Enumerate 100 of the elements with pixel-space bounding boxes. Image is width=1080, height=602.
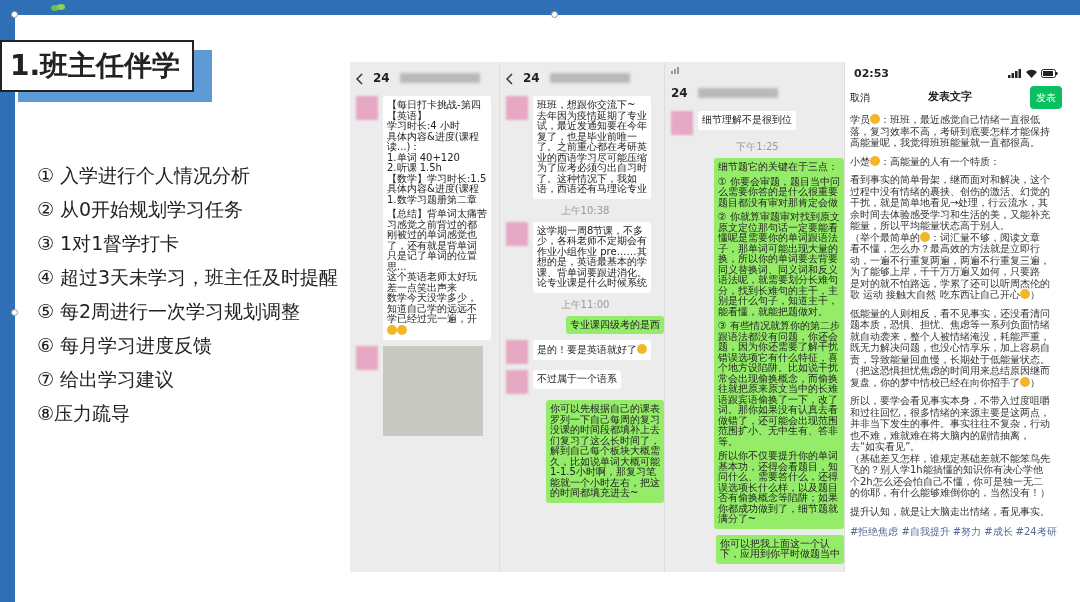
message-text: 同义替换词、同义词和反义 xyxy=(717,264,839,275)
message-text: 你都成功做到了，细节题就 xyxy=(717,503,839,514)
message-text: 往就把原来原文当中的长难 xyxy=(717,384,839,395)
message-text: 原文定位那句话一定要能看 xyxy=(717,222,840,233)
message-text: 课、背单词要跟进消化。 xyxy=(537,267,647,278)
message-text: 【数学】学习时长:1.5 xyxy=(387,173,487,184)
message-text: 懂呢是需要你的单词跟语法 xyxy=(717,233,838,244)
message-text: 常会出现偷换概念，而偷换 xyxy=(717,373,839,384)
list-item: ⑤ 每2周进行一次学习规划调整 xyxy=(37,299,302,325)
emoji-icon xyxy=(920,231,930,242)
screen-title: 发表文字 xyxy=(928,88,972,105)
resize-handle[interactable] xyxy=(11,309,18,316)
post-text: 个2h怎么还会怕自己不懂，你可是独一无二 xyxy=(850,475,1044,487)
message-text: 作业小组作业 pre……其 xyxy=(537,246,647,257)
hashtag-link[interactable]: #自我提升 xyxy=(901,524,950,539)
message-text: 是的！要是英语就好了 xyxy=(537,344,637,355)
message-text: 具体内容&进度(课程 xyxy=(387,184,479,195)
message-text: 没课的时间段都填补上去 xyxy=(550,425,660,436)
message-text: 学习时长:4 小时 xyxy=(387,121,461,132)
post-text: 既无力解决问题，也没心情享乐，加上容易自 xyxy=(850,342,1051,354)
message-text: 错误选项它有什么特征，喜 xyxy=(717,352,839,363)
hashtag-link[interactable]: #拒绝焦虑 xyxy=(850,524,899,539)
emoji-icon xyxy=(870,114,880,124)
signal-icon xyxy=(1008,69,1023,79)
hashtag-link[interactable]: #成长 xyxy=(984,524,1013,539)
list-item: ④ 超过3天未学习，班主任及时提醒 xyxy=(37,265,339,291)
message-text: 问什么、需要答什么，还得 xyxy=(717,472,839,483)
message-text: 细节理解不是很到位 xyxy=(702,115,792,126)
message-text: 【英语】 xyxy=(387,110,427,121)
message-text: 学已经过完一遍，开 xyxy=(387,314,478,325)
message-text: 你可以先根据自己的课表 xyxy=(550,404,660,414)
post-text: 小楚 xyxy=(850,155,870,167)
list-item: ② 从0开始规划学习任务 xyxy=(37,197,245,223)
post-text: ：词汇量不够，阅读文章 xyxy=(930,231,1040,243)
emoji-icon xyxy=(1019,289,1030,299)
message-text: 基本功，还得会看题目，知 xyxy=(717,461,839,472)
message-text: 不过属于一个语系 xyxy=(537,374,617,385)
message-text: 这学期一周8节课，不多 xyxy=(537,225,644,236)
post-text: 余时间去体验感受学习和生活的美，又能补充 xyxy=(850,208,1051,220)
post-text: （把这恐惧担忧焦虑的时间用来总结原因继而 xyxy=(850,365,1051,377)
list-item: ⑧压力疏导 xyxy=(37,401,132,427)
message-text: 了，还有就是背单词 xyxy=(387,240,478,251)
list-item: ③ 1对1督学打卡 xyxy=(37,231,181,257)
message-text: 2.听课 1.5h xyxy=(387,163,443,173)
message-text: 复了，也是毕业前唯一 xyxy=(537,131,637,142)
message-text: 久，比如说单词大概可能 xyxy=(550,456,660,467)
message-text: 具体内容&进度(课程 xyxy=(387,131,480,142)
message-text: 1-1.5小时啊，那复习笔 xyxy=(550,467,657,478)
chat-title: 24 xyxy=(373,70,390,87)
avatar xyxy=(506,370,528,394)
message-text: 跟语法都没有问题，你还会 xyxy=(717,331,838,342)
message-text: 误选项长什么样，以及题目 xyxy=(717,482,839,493)
battery-icon xyxy=(1041,69,1058,79)
message-text: 数学今天没学多少， xyxy=(387,293,478,303)
post-text: 复盘，你的梦中情校已经在向你招手了 xyxy=(850,376,1020,388)
post-text: 是对的就不怕路远，学累了还可以听周杰伦的 xyxy=(850,277,1051,289)
message-text: 语法呢，就需要划分长难句 xyxy=(717,275,839,286)
message-text: 专业课四级考的是西 xyxy=(570,319,660,330)
message-text: 别是什么句子，知道主干， xyxy=(717,296,839,307)
message-text: 能看懂，就能把题做对。 xyxy=(717,306,829,317)
message-text: 这个英语老师太好玩 xyxy=(387,272,478,283)
message-text: 们复习了这么长时间了， xyxy=(550,435,660,446)
message-text: 试，最近发通知要在今年 xyxy=(537,121,647,132)
message-text: 了。这种情况下，我如 xyxy=(537,173,637,184)
timestamp: 下午1:25 xyxy=(735,141,780,152)
emoji-icon xyxy=(1020,376,1030,387)
message-text: 习感觉之前背过的都 xyxy=(387,219,477,230)
emoji-icon xyxy=(387,324,397,335)
message-text: 换，所以你的单词要去背要 xyxy=(717,254,839,265)
hashtag-link[interactable]: #努力 xyxy=(952,524,982,539)
message-text: 少，各科老师不定期会有 xyxy=(537,236,647,247)
post-text: 学员 xyxy=(850,114,870,125)
message-text: ① 你要会审题，题目当中问 xyxy=(717,176,840,187)
message-text: 词。那你如果没有认真去看 xyxy=(717,405,839,416)
avatar xyxy=(506,221,528,246)
post-text: 干扰，就是简单地看见→处理，行云流水，其 xyxy=(850,197,1050,208)
message-text: 论专业课是什么时候系统 xyxy=(537,278,647,289)
chat-title: 24 xyxy=(523,70,540,87)
message-text: 做错了，还可能会出现范围 xyxy=(717,415,839,426)
message-text: 业的西语学习尽可能压缩 xyxy=(537,152,647,163)
cancel-button[interactable]: 取消 xyxy=(850,89,870,105)
post-text: 去“如实看见”。 xyxy=(850,441,922,453)
post-text: 就自动袭来，整个人被情绪淹没，耗能严重， xyxy=(850,330,1051,342)
leaf-icon xyxy=(50,2,66,13)
message-text: 1.数学习题册第二章 xyxy=(387,194,477,205)
avatar xyxy=(506,340,528,364)
post-text: 动，一遍不行重复两遍，两遍不行重复三遍， xyxy=(850,254,1051,266)
message-text: 范围扩小、无中生有、答非 xyxy=(717,426,839,436)
message-text: 否有偷换概念等陷阱；如果 xyxy=(717,493,839,504)
message-text: 题目都没有审对那肯定会做 xyxy=(717,197,839,208)
message-text: 刚被过的单词感觉也 xyxy=(387,230,478,241)
message-text: 【总结】背单词太痛苦 xyxy=(387,209,487,220)
emoji-icon xyxy=(870,155,880,166)
avatar xyxy=(506,96,528,120)
wifi-icon xyxy=(1026,69,1038,79)
hashtag-link[interactable]: #24考研 xyxy=(1015,524,1057,539)
list-item: ⑥ 每月学习进度反馈 xyxy=(37,333,214,359)
post-text: 高能量呢，我觉得班班能量就一直都很高。 xyxy=(850,137,1040,149)
avatar xyxy=(671,111,693,135)
post-text: 歌 运动 接触大自然 吃东西让自己开心 xyxy=(850,289,1020,300)
